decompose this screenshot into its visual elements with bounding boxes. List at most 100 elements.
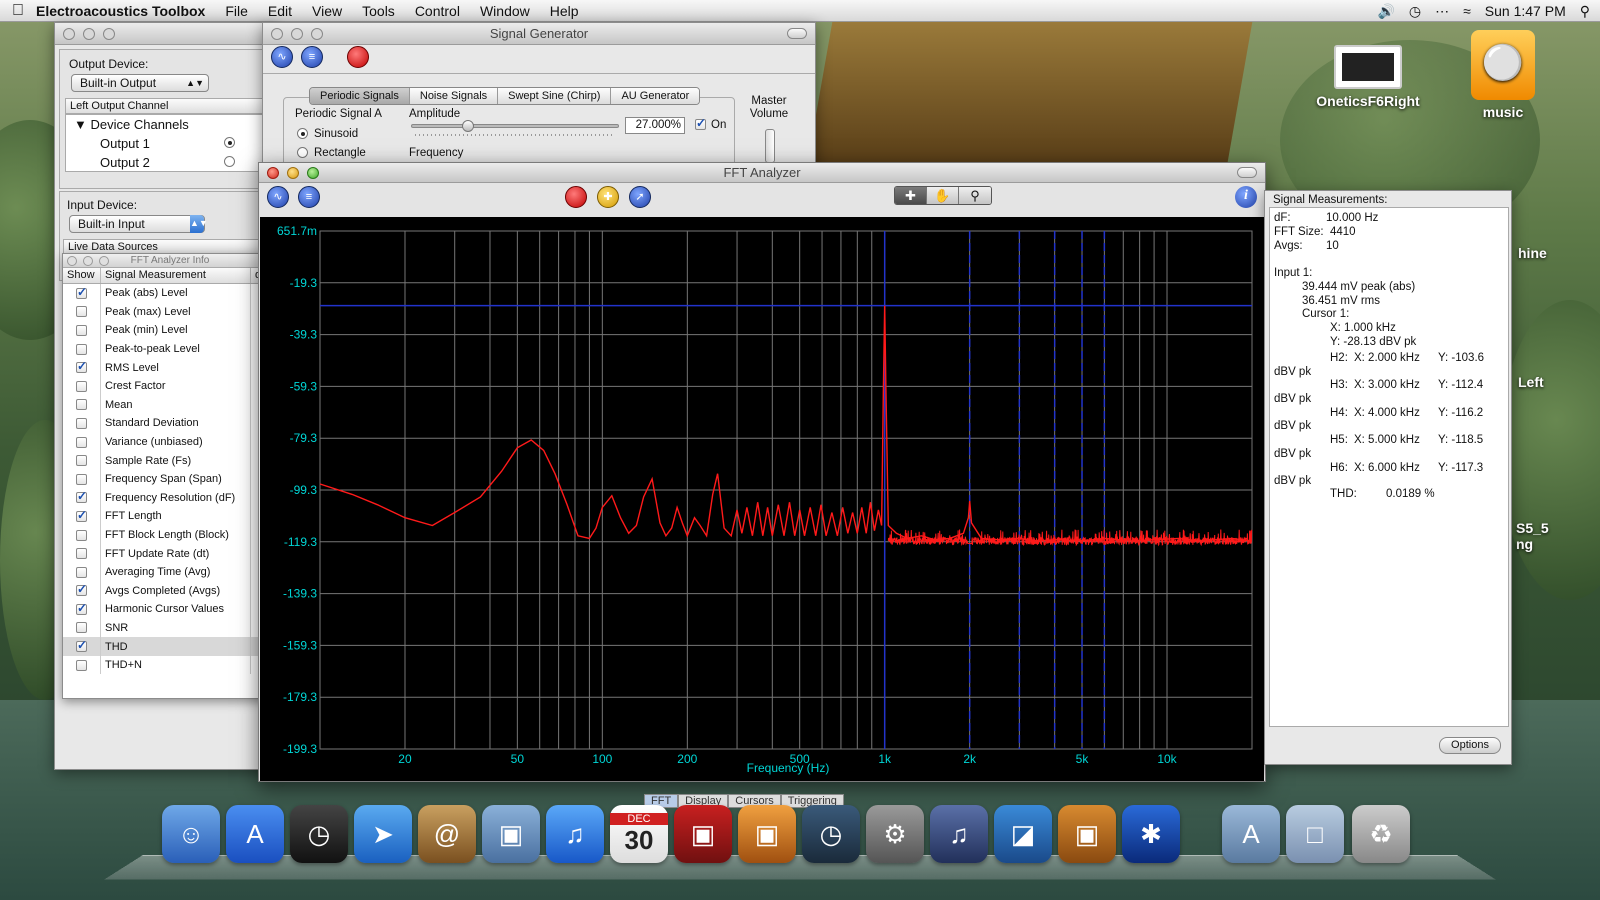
- close-button[interactable]: [271, 28, 283, 40]
- time-machine-menu-icon[interactable]: ◷: [1409, 3, 1421, 20]
- itunes-alt-icon[interactable]: ♫: [930, 805, 988, 863]
- measurement-row[interactable]: Avgs Completed (Avgs): [63, 581, 277, 601]
- record-button[interactable]: [565, 186, 587, 208]
- master-volume-slider[interactable]: [765, 129, 775, 163]
- show-checkbox[interactable]: [76, 601, 87, 615]
- show-checkbox[interactable]: [76, 359, 87, 374]
- measurement-row[interactable]: Frequency Span (Span): [63, 469, 277, 489]
- menu-help[interactable]: Help: [550, 3, 579, 19]
- output-1-radio[interactable]: [224, 137, 235, 148]
- show-checkbox[interactable]: [76, 399, 87, 411]
- desktop-icon-onetics[interactable]: OneticsF6Right: [1300, 45, 1436, 109]
- fft-plot[interactable]: 651.7m -19.3 -39.3 -59.3 -79.3 -99.3 -119.3 -13…: [260, 217, 1264, 781]
- measurement-row[interactable]: Averaging Time (Avg): [63, 562, 277, 582]
- minimize-button[interactable]: [83, 28, 95, 40]
- show-checkbox[interactable]: [76, 473, 87, 485]
- finder-icon[interactable]: ☺: [162, 805, 220, 863]
- measurement-row[interactable]: Crest Factor: [63, 376, 277, 396]
- apple-menu-icon[interactable]: : [0, 2, 36, 20]
- preview-icon[interactable]: ▣: [738, 805, 796, 863]
- desktop-icon-partial[interactable]: ng: [1516, 536, 1596, 552]
- ical-icon[interactable]: DEC 30: [610, 805, 668, 863]
- waveform-icon[interactable]: ∿: [271, 46, 293, 68]
- measurement-row[interactable]: Frequency Resolution (dF): [63, 488, 277, 508]
- output-channel-1[interactable]: Output 1: [100, 136, 150, 151]
- itunes-icon[interactable]: ♫: [546, 805, 604, 863]
- trash-icon[interactable]: ♻: [1352, 805, 1410, 863]
- options-button[interactable]: Options: [1439, 737, 1501, 754]
- hand-tool-icon[interactable]: ✋: [927, 187, 959, 204]
- tab-swept-sine[interactable]: Swept Sine (Chirp): [498, 88, 612, 104]
- measurement-row[interactable]: RMS Level: [63, 358, 277, 377]
- toolbar-toggle-button[interactable]: [1237, 167, 1257, 178]
- measurement-row[interactable]: THD: [63, 637, 277, 656]
- remote-desktop-icon[interactable]: ◪: [994, 805, 1052, 863]
- add-cursor-icon[interactable]: ✚: [597, 186, 619, 208]
- menu-file[interactable]: File: [225, 3, 248, 19]
- menu-control[interactable]: Control: [415, 3, 460, 19]
- waveform-icon[interactable]: ∿: [267, 186, 289, 208]
- measurement-row[interactable]: Peak-to-peak Level: [63, 339, 277, 359]
- show-checkbox[interactable]: [76, 622, 87, 634]
- measurement-row[interactable]: Peak (max) Level: [63, 302, 277, 322]
- zoom-button[interactable]: [99, 256, 109, 266]
- safari-icon[interactable]: ➤: [354, 805, 412, 863]
- show-checkbox[interactable]: [76, 306, 87, 318]
- show-checkbox[interactable]: [76, 436, 87, 448]
- sinusoid-radio[interactable]: [297, 128, 308, 139]
- spotlight-icon[interactable]: ⚲: [1580, 3, 1590, 20]
- close-button[interactable]: [63, 28, 75, 40]
- crosshair-tool-icon[interactable]: ✚: [895, 187, 927, 204]
- measurement-row[interactable]: Variance (unbiased): [63, 432, 277, 452]
- disclosure-triangle-icon[interactable]: ▼: [74, 117, 87, 132]
- measurement-row[interactable]: THD+N: [63, 655, 277, 675]
- tab-noise-signals[interactable]: Noise Signals: [409, 88, 499, 104]
- amplitude-field[interactable]: 27.000%: [625, 117, 685, 134]
- measurement-column-header[interactable]: Signal Measurement: [101, 268, 251, 283]
- autoscale-icon[interactable]: ➚: [629, 186, 651, 208]
- measurement-row[interactable]: Sample Rate (Fs): [63, 451, 277, 470]
- output-2-radio[interactable]: [224, 156, 235, 167]
- desktop-icon-music[interactable]: ⚪ music: [1458, 30, 1548, 120]
- output-channel-2[interactable]: Output 2: [100, 155, 150, 170]
- show-column-header[interactable]: Show: [63, 268, 101, 283]
- time-machine-icon[interactable]: ◷: [802, 805, 860, 863]
- generate-button[interactable]: [347, 46, 369, 68]
- measurement-row[interactable]: Harmonic Cursor Values: [63, 600, 277, 619]
- show-checkbox[interactable]: [76, 455, 87, 467]
- menu-view[interactable]: View: [312, 3, 342, 19]
- output-channel-header[interactable]: Left Output Channel: [65, 98, 265, 114]
- clock[interactable]: Sun 1:47 PM: [1485, 3, 1566, 19]
- zoom-button[interactable]: [311, 28, 323, 40]
- minimize-button[interactable]: [287, 167, 299, 179]
- menu-tools[interactable]: Tools: [362, 3, 395, 19]
- zoom-button[interactable]: [307, 167, 319, 179]
- tab-periodic-signals[interactable]: Periodic Signals: [310, 88, 410, 104]
- measurement-row[interactable]: FFT Length: [63, 507, 277, 526]
- show-checkbox[interactable]: [76, 489, 87, 504]
- tab-au-generator[interactable]: AU Generator: [611, 88, 700, 104]
- dashboard-icon[interactable]: ◷: [290, 805, 348, 863]
- close-button[interactable]: [267, 167, 279, 179]
- sinusoid-label[interactable]: Sinusoid: [314, 128, 358, 140]
- close-button[interactable]: [67, 256, 77, 266]
- measurement-row[interactable]: Mean: [63, 395, 277, 415]
- minimize-button[interactable]: [83, 256, 93, 266]
- device-channels-group[interactable]: ▼ Device Channels: [74, 117, 189, 132]
- iphoto-icon[interactable]: ▣: [482, 805, 540, 863]
- show-checkbox[interactable]: [76, 529, 87, 541]
- desktop-icon-partial[interactable]: S5_5: [1516, 520, 1596, 536]
- system-preferences-icon[interactable]: ⚙: [866, 805, 924, 863]
- zoom-tool-icon[interactable]: ⚲: [959, 187, 991, 204]
- show-checkbox[interactable]: [76, 285, 87, 299]
- rectangle-radio[interactable]: [297, 147, 308, 158]
- show-checkbox[interactable]: [76, 582, 87, 597]
- measurement-row[interactable]: Standard Deviation: [63, 414, 277, 433]
- show-checkbox[interactable]: [76, 380, 87, 392]
- more-icon[interactable]: ⋯: [1435, 3, 1449, 20]
- fft-chart-svg[interactable]: 651.7m -19.3 -39.3 -59.3 -79.3 -99.3 -119.3 -13…: [260, 217, 1264, 781]
- rectangle-label[interactable]: Rectangle: [314, 147, 366, 159]
- wifi-icon[interactable]: ≈: [1463, 3, 1471, 19]
- measurement-row[interactable]: Peak (min) Level: [63, 321, 277, 340]
- photo-booth-icon[interactable]: ▣: [674, 805, 732, 863]
